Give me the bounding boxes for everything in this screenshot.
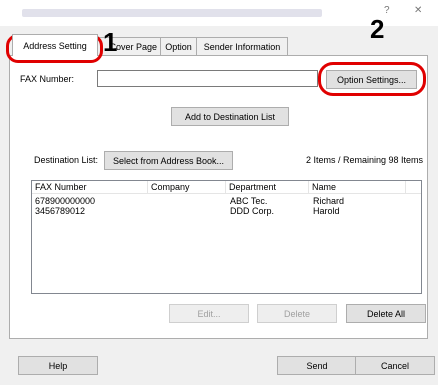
help-icon[interactable]: ? bbox=[384, 5, 390, 16]
destination-list-label: Destination List: bbox=[34, 155, 99, 165]
callout-number-one: 1 bbox=[103, 27, 118, 57]
table-row[interactable]: 3456789012 DDD Corp. Harold bbox=[32, 206, 421, 216]
callout-ring-option-settings bbox=[318, 62, 426, 96]
column-header-department[interactable]: Department bbox=[226, 181, 309, 194]
select-from-address-book-button[interactable]: Select from Address Book... bbox=[104, 151, 233, 170]
destination-list[interactable]: FAX Number Company Department Name 67890… bbox=[31, 180, 422, 294]
tab-option[interactable]: Option bbox=[160, 37, 197, 55]
column-header-name[interactable]: Name bbox=[309, 181, 406, 194]
tab-sender-information[interactable]: Sender Information bbox=[196, 37, 288, 55]
table-row[interactable]: 678900000000 ABC Tec. Richard bbox=[32, 196, 421, 206]
callout-number-two: 2 bbox=[370, 14, 385, 44]
tab-address-setting[interactable]: Address Setting bbox=[12, 34, 98, 56]
column-header-company[interactable]: Company bbox=[148, 181, 226, 194]
send-button[interactable]: Send bbox=[277, 356, 357, 375]
delete-all-button[interactable]: Delete All bbox=[346, 304, 426, 323]
destination-count-status: 2 Items / Remaining 98 Items bbox=[306, 155, 424, 165]
fax-number-input[interactable] bbox=[97, 70, 318, 87]
close-icon[interactable]: ✕ bbox=[414, 5, 422, 16]
cell-department: ABC Tec. bbox=[230, 196, 268, 206]
fax-number-label: FAX Number: bbox=[20, 74, 75, 84]
edit-button[interactable]: Edit... bbox=[169, 304, 249, 323]
add-to-destination-button[interactable]: Add to Destination List bbox=[171, 107, 289, 126]
cell-department: DDD Corp. bbox=[230, 206, 275, 216]
cancel-button[interactable]: Cancel bbox=[355, 356, 435, 375]
cell-name: Harold bbox=[313, 206, 340, 216]
window-title-blurred bbox=[22, 9, 322, 17]
cell-fax-number: 678900000000 bbox=[35, 196, 96, 206]
cell-fax-number: 3456789012 bbox=[35, 206, 86, 216]
column-header-fax-number[interactable]: FAX Number bbox=[32, 181, 148, 194]
help-button[interactable]: Help bbox=[18, 356, 98, 375]
delete-button[interactable]: Delete bbox=[257, 304, 337, 323]
cell-name: Richard bbox=[313, 196, 345, 206]
column-header-filler bbox=[406, 181, 421, 194]
